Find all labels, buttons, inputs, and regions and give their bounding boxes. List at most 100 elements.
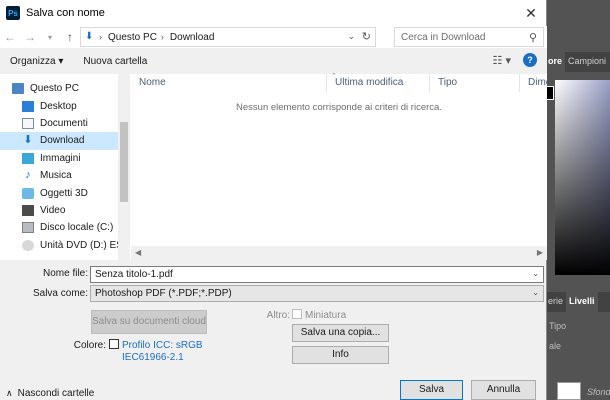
search-input[interactable]: Cerca in Download ⚲ [394,27,544,47]
scroll-right-icon[interactable]: ▶ [537,248,543,257]
ps-tab-color[interactable]: ore [545,52,566,72]
nav-item-label: Immagini [40,152,81,164]
nav-item-label: Documenti [40,117,88,129]
crumb-separator-icon[interactable]: › [161,32,164,42]
horizontal-scrollbar[interactable]: ◀ ▶ [131,246,547,260]
ps-color-picker[interactable] [555,80,610,275]
column-header-size[interactable]: Dime [520,74,547,92]
nav-item-music[interactable]: ♪ Musica [0,167,129,184]
back-arrow-icon[interactable]: ← [2,30,18,44]
save-copy-button[interactable]: Salva una copia... [292,324,389,342]
info-button[interactable]: Info [292,346,389,364]
view-options-icon[interactable]: ☷ ▾ [493,54,511,67]
hide-folders-label: Nascondi cartelle [17,388,95,399]
thumbnail-checkbox[interactable] [292,309,302,319]
save-as-type-value: Photoshop PDF (*.PDF;*.PDP) [95,288,232,299]
nav-item-label: Questo PC [30,83,79,95]
ps-layer-thumbnail [557,382,581,400]
nav-item-local-disk[interactable]: Disco locale (C:) [0,219,129,236]
forward-arrow-icon[interactable]: → [22,30,38,44]
crumb-this-pc[interactable]: Questo PC [108,32,157,43]
hide-folders-toggle[interactable]: ∧ Nascondi cartelle [6,388,94,399]
filename-field[interactable]: Senza titolo-1.pdf ⌄ [90,266,544,283]
path-dropdown-icon[interactable]: ⌄ [347,31,355,42]
up-arrow-icon[interactable]: ↑ [62,30,78,44]
path-breadcrumb[interactable]: ⬇ › Questo PC › Download ⌄ ↻ [80,27,376,47]
ps-tab-series[interactable]: erie [545,292,566,312]
nav-item-pictures[interactable]: Immagini [0,150,129,167]
objects-3d-icon [22,187,34,199]
scroll-left-icon[interactable]: ◀ [135,248,141,257]
filename-value: Senza titolo-1.pdf [95,269,173,280]
command-toolbar: Organizza ▾ Nuova cartella ☷ ▾ ? [0,48,547,74]
icc-profile-label-2: IEC61966-2.1 [122,352,184,363]
chevron-down-icon[interactable]: ⌄ [532,269,539,278]
crumb-separator-icon[interactable]: › [99,32,102,42]
save-as-type-select[interactable]: Photoshop PDF (*.PDF;*.PDP) ⌄ [90,285,544,302]
ps-tab-swatches[interactable]: Campioni [565,52,609,72]
save-options: Nome file: Senza titolo-1.pdf ⌄ Salva co… [0,260,547,400]
search-icon: ⚲ [528,31,537,44]
other-label: Altro: [266,310,290,321]
close-button[interactable]: ✕ [522,4,540,22]
ps-layer-filter[interactable]: Tipo [545,318,610,336]
ps-layer-name: Sfondo [587,387,610,397]
nav-item-video[interactable]: Video [0,202,129,219]
icc-profile-checkbox[interactable] [109,339,119,349]
file-browser: Questo PC Desktop Documenti ⬇ Download I… [0,73,547,260]
nav-item-dvd-drive[interactable]: Unità DVD (D:) ESD-I [0,237,129,254]
column-header-name[interactable]: Nome [131,74,327,92]
ps-color-marker [546,86,554,100]
save-to-cloud-button[interactable]: Salva su documenti cloud [91,310,207,334]
organize-button[interactable]: Organizza ▾ [10,56,63,67]
chevron-up-icon: ∧ [6,388,13,398]
navigation-pane: Questo PC Desktop Documenti ⬇ Download I… [0,74,130,260]
nav-item-3d-objects[interactable]: Oggetti 3D [0,184,129,201]
color-label: Colore: [73,340,106,351]
ps-blend-mode[interactable]: ale [545,338,610,356]
new-folder-button[interactable]: Nuova cartella [83,56,147,67]
icc-profile-label: Profilo ICC: sRGB [122,340,203,351]
save-button[interactable]: Salva [400,380,463,400]
music-icon: ♪ [25,169,31,182]
download-folder-icon: ⬇ [85,31,94,42]
photoshop-panel-tabs-top: ore Campioni [545,52,610,72]
search-placeholder: Cerca in Download [401,31,486,43]
nav-item-label: Download [40,135,85,147]
desktop-icon [22,100,34,112]
thumbnail-label: Miniatura [305,310,347,321]
photoshop-app-icon: Ps [6,6,20,20]
dvd-icon [22,239,34,251]
dialog-title: Salva con nome [26,7,105,19]
help-icon[interactable]: ? [523,53,537,67]
nav-scrollbar-thumb[interactable] [120,122,128,202]
nav-scrollbar[interactable] [118,74,130,260]
crumb-download[interactable]: Download [170,32,214,43]
nav-item-label: Desktop [40,100,77,112]
refresh-icon[interactable]: ↻ [362,30,371,43]
nav-item-desktop[interactable]: Desktop [0,97,129,114]
documents-icon [22,117,34,129]
photoshop-panel-tabs-bottom: erie Livelli [545,292,610,312]
filename-label: Nome file: [42,268,88,279]
video-icon [22,204,34,216]
nav-item-label: Unità DVD (D:) ESD-I [40,239,129,251]
chevron-down-icon[interactable]: ⌄ [532,288,539,297]
recent-locations-chevron-icon[interactable]: ▾ [42,33,58,42]
nav-item-download[interactable]: ⬇ Download [0,132,129,150]
nav-item-label: Musica [40,170,72,182]
file-list: Nome ⌃ Ultima modifica Tipo Dime Nessun … [131,73,547,260]
column-header-modified[interactable]: Ultima modifica [327,74,430,92]
nav-item-label: Video [40,204,66,216]
disk-icon [22,222,34,234]
nav-item-this-pc[interactable]: Questo PC [0,80,129,97]
save-as-type-label: Salva come: [32,288,88,299]
cancel-button[interactable]: Annulla [471,380,536,400]
ps-tab-layers[interactable]: Livelli [566,292,598,312]
nav-item-documents[interactable]: Documenti [0,115,129,132]
column-header-type[interactable]: Tipo [430,74,520,92]
title-bar: Ps Salva con nome ✕ [0,0,546,26]
nav-item-label: Oggetti 3D [40,187,88,199]
save-as-dialog: Ps Salva con nome ✕ ← → ▾ ↑ ⬇ › Questo P… [0,0,547,400]
pictures-icon [22,152,34,164]
